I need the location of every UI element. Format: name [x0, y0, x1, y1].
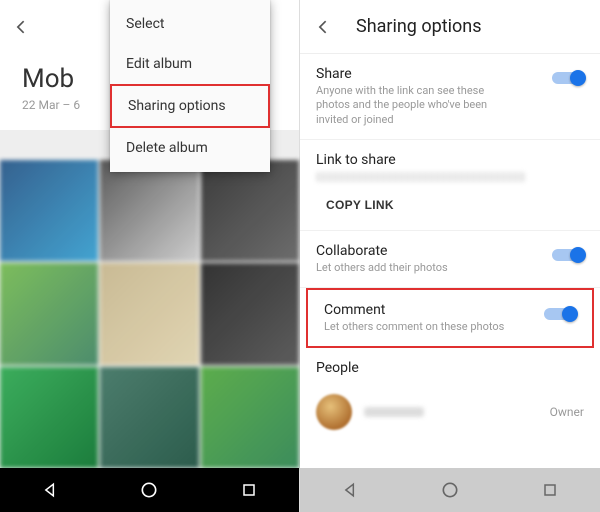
link-section: Link to share COPY LINK	[300, 140, 600, 231]
overflow-menu: Select Edit album Sharing options Delete…	[110, 0, 270, 172]
back-arrow-icon[interactable]	[12, 17, 32, 37]
collaborate-toggle[interactable]	[552, 247, 586, 263]
android-navbar	[300, 468, 600, 512]
collaborate-section: Collaborate Let others add their photos	[300, 231, 600, 288]
link-url-redacted	[316, 172, 526, 182]
comment-toggle[interactable]	[544, 306, 578, 322]
menu-item-select[interactable]: Select	[110, 4, 270, 44]
photo-thumbnail[interactable]	[0, 367, 98, 468]
nav-recent-icon[interactable]	[540, 480, 560, 500]
nav-back-icon[interactable]	[40, 480, 60, 500]
share-section: Share Anyone with the link can see these…	[300, 54, 600, 140]
photo-thumbnail[interactable]	[0, 263, 98, 364]
menu-item-delete[interactable]: Delete album	[110, 128, 270, 168]
back-arrow-icon[interactable]	[314, 17, 334, 37]
photo-grid	[0, 160, 299, 468]
person-name-redacted	[364, 407, 424, 417]
comment-highlight: Comment Let others comment on these phot…	[306, 288, 594, 348]
photo-thumbnail[interactable]	[100, 160, 198, 261]
comment-title: Comment	[324, 302, 576, 318]
person-role: Owner	[550, 405, 584, 419]
collaborate-subtitle: Let others add their photos	[316, 261, 516, 275]
right-header: Sharing options	[300, 0, 600, 54]
photo-thumbnail[interactable]	[0, 160, 98, 261]
photo-thumbnail[interactable]	[100, 263, 198, 364]
nav-recent-icon[interactable]	[239, 480, 259, 500]
people-title: People	[316, 360, 584, 376]
link-title: Link to share	[316, 152, 584, 168]
collaborate-title: Collaborate	[316, 243, 584, 259]
comment-subtitle: Let others comment on these photos	[324, 320, 524, 334]
avatar	[316, 394, 352, 430]
share-title: Share	[316, 66, 584, 82]
people-row[interactable]: Owner	[300, 380, 600, 444]
share-toggle[interactable]	[552, 70, 586, 86]
people-section-header: People	[300, 348, 600, 380]
menu-item-sharing[interactable]: Sharing options	[110, 84, 270, 128]
copy-link-button[interactable]: COPY LINK	[316, 192, 404, 218]
photo-thumbnail[interactable]	[201, 263, 299, 364]
photo-thumbnail[interactable]	[201, 160, 299, 261]
photo-thumbnail[interactable]	[201, 367, 299, 468]
share-subtitle: Anyone with the link can see these photo…	[316, 84, 516, 127]
nav-back-icon[interactable]	[340, 480, 360, 500]
sharing-options-screen: Sharing options Share Anyone with the li…	[300, 0, 600, 512]
nav-home-icon[interactable]	[440, 480, 460, 500]
page-title: Sharing options	[356, 16, 482, 37]
android-navbar	[0, 468, 299, 512]
nav-home-icon[interactable]	[139, 480, 159, 500]
menu-item-edit[interactable]: Edit album	[110, 44, 270, 84]
photo-thumbnail[interactable]	[100, 367, 198, 468]
comment-section: Comment Let others comment on these phot…	[308, 290, 592, 346]
album-screen: Mob 22 Mar – 6 Select Edit album Sharing…	[0, 0, 300, 512]
